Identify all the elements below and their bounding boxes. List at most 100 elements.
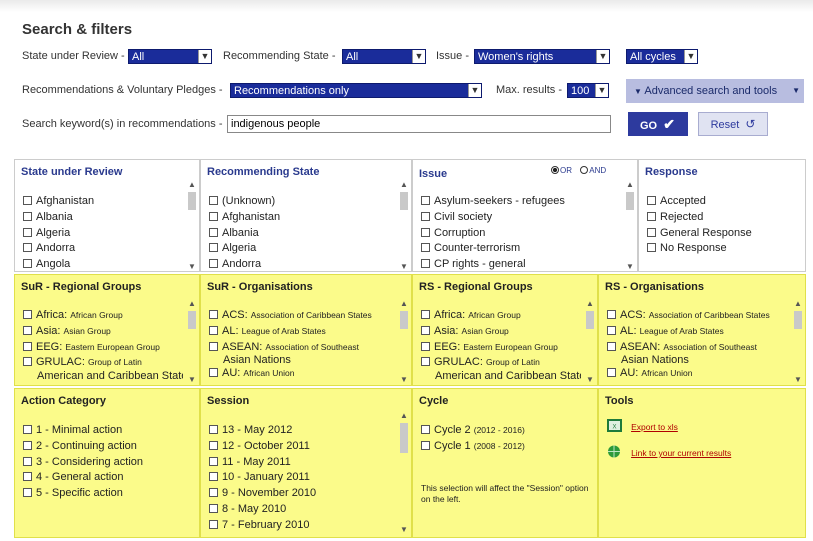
scrollbar[interactable]: ▲ ▼ [585, 299, 595, 385]
list-item[interactable]: Algeria [209, 241, 395, 257]
list-item[interactable]: EEG: Eastern European Group [23, 340, 183, 356]
checkbox[interactable] [421, 357, 430, 367]
scrollbar[interactable]: ▲ ▼ [399, 411, 409, 535]
checkbox[interactable] [421, 196, 430, 205]
checkbox[interactable] [607, 310, 616, 319]
checkbox[interactable] [23, 227, 32, 237]
list-item[interactable]: AL: League of Arab States [209, 324, 395, 340]
recommending-state-select[interactable]: All ▼ [342, 49, 426, 64]
list-item[interactable]: Counter-terrorism [421, 241, 621, 257]
list-item[interactable]: 4 - General action [23, 470, 183, 486]
list-item[interactable]: AL: League of Arab States [607, 324, 789, 340]
or-radio[interactable] [551, 166, 559, 174]
checkbox[interactable] [23, 425, 32, 434]
list-item[interactable]: EEG: Eastern European Group [421, 340, 581, 356]
checkbox[interactable] [647, 227, 656, 237]
list-item[interactable]: Albania [209, 226, 395, 242]
list-item[interactable]: Andorra [209, 257, 395, 271]
scrollbar[interactable]: ▲ ▼ [793, 299, 803, 385]
checkbox[interactable] [209, 519, 218, 529]
list-item[interactable]: Asylum-seekers - refugees [421, 194, 621, 210]
checkbox[interactable] [23, 472, 32, 482]
list-item[interactable]: 5 - Specific action [23, 486, 183, 502]
checkbox[interactable] [607, 325, 616, 335]
checkbox[interactable] [209, 341, 218, 351]
list-item[interactable]: 1 - Minimal action [23, 423, 183, 439]
checkbox[interactable] [23, 341, 32, 351]
checkbox[interactable] [421, 325, 430, 335]
list-item[interactable]: 3 - Considering action [23, 455, 183, 471]
checkbox[interactable] [209, 440, 218, 450]
scrollbar[interactable]: ▲ ▼ [399, 180, 409, 271]
checkbox[interactable] [421, 259, 430, 269]
checkbox[interactable] [209, 325, 218, 335]
checkbox[interactable] [421, 440, 430, 450]
list-item[interactable]: ASEAN: Association of Southeast [209, 340, 395, 356]
list-item[interactable]: Angola [23, 257, 183, 271]
list-item[interactable]: AU: African Union [607, 366, 789, 382]
checkbox[interactable] [421, 227, 430, 237]
advanced-search-button[interactable]: ▼ Advanced search and tools ▼ [626, 79, 804, 103]
list-item[interactable]: Afghanistan [23, 194, 183, 210]
checkbox[interactable] [209, 196, 218, 205]
checkbox[interactable] [209, 243, 218, 253]
list-item[interactable]: Andorra [23, 241, 183, 257]
checkbox[interactable] [647, 243, 656, 253]
checkbox[interactable] [209, 368, 218, 378]
checkbox[interactable] [23, 310, 32, 319]
list-item[interactable]: ACS: Association of Caribbean States [607, 308, 789, 324]
checkbox[interactable] [421, 341, 430, 351]
checkbox[interactable] [23, 196, 32, 205]
checkbox[interactable] [607, 368, 616, 378]
export-xls-link[interactable]: Export to xls [631, 422, 678, 432]
checkbox[interactable] [23, 211, 32, 221]
list-item[interactable]: General Response [647, 226, 789, 242]
list-item[interactable]: Asia: Asian Group [421, 324, 581, 340]
scrollbar[interactable]: ▲ ▼ [187, 180, 197, 271]
checkbox[interactable] [23, 440, 32, 450]
checkbox[interactable] [209, 211, 218, 221]
link-current-results[interactable]: Link to your current results [631, 448, 731, 458]
scrollbar[interactable]: ▲ ▼ [399, 299, 409, 385]
scrollbar[interactable]: ▲ ▼ [625, 180, 635, 271]
list-item[interactable]: Asia: Asian Group [23, 324, 183, 340]
max-results-select[interactable]: 100 ▼ [567, 83, 609, 98]
checkbox[interactable] [23, 259, 32, 269]
checkbox[interactable] [209, 456, 218, 466]
checkbox[interactable] [421, 211, 430, 221]
checkbox[interactable] [647, 196, 656, 205]
list-item[interactable]: 10 - January 2011 [209, 470, 395, 486]
list-item[interactable]: CP rights - general [421, 257, 621, 271]
list-item[interactable]: 9 - November 2010 [209, 486, 395, 502]
checkbox[interactable] [23, 456, 32, 466]
checkbox[interactable] [209, 503, 218, 513]
state-under-review-select[interactable]: All ▼ [128, 49, 212, 64]
list-item[interactable]: Cycle 2 (2012 - 2016) [421, 423, 581, 439]
list-item[interactable]: (Unknown) [209, 194, 395, 210]
list-item[interactable]: 11 - May 2011 [209, 455, 395, 471]
and-radio[interactable] [580, 166, 589, 174]
keyword-input[interactable] [227, 115, 611, 133]
list-item[interactable]: 7 - February 2010 [209, 518, 395, 534]
recommendations-select[interactable]: Recommendations only ▼ [230, 83, 482, 98]
reset-button[interactable]: Reset ↺ [698, 112, 768, 136]
go-button[interactable]: GO ✔ [628, 112, 688, 136]
list-item[interactable]: GRULAC: Group of Latin [23, 355, 183, 371]
checkbox[interactable] [421, 310, 430, 319]
checkbox[interactable] [647, 211, 656, 221]
list-item[interactable]: ACS: Association of Caribbean States [209, 308, 395, 324]
list-item[interactable]: Cycle 1 (2008 - 2012) [421, 439, 581, 455]
checkbox[interactable] [209, 227, 218, 237]
list-item[interactable]: Civil society [421, 210, 621, 226]
checkbox[interactable] [421, 425, 430, 434]
list-item[interactable]: Accepted [647, 194, 789, 210]
list-item[interactable]: Algeria [23, 226, 183, 242]
checkbox[interactable] [23, 357, 32, 367]
checkbox[interactable] [209, 259, 218, 269]
list-item[interactable]: 8 - May 2010 [209, 502, 395, 518]
checkbox[interactable] [209, 310, 218, 319]
checkbox[interactable] [209, 425, 218, 434]
list-item[interactable]: 12 - October 2011 [209, 439, 395, 455]
scrollbar[interactable]: ▲ ▼ [187, 299, 197, 385]
checkbox[interactable] [23, 325, 32, 335]
